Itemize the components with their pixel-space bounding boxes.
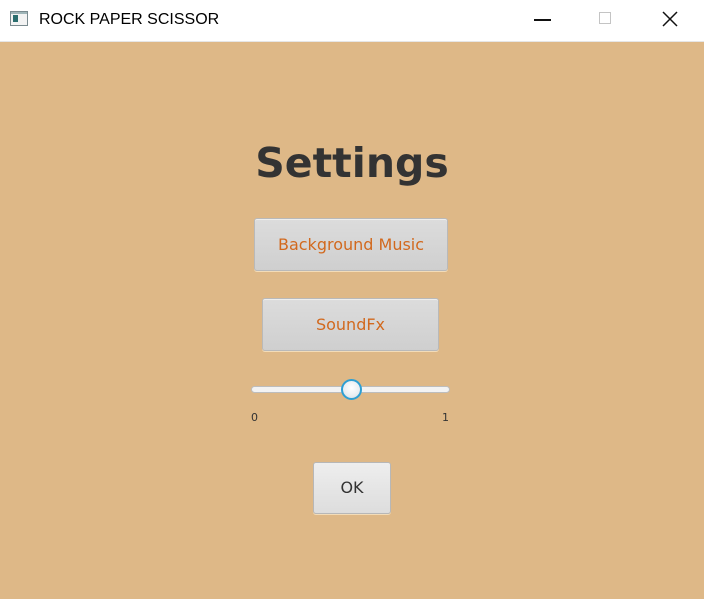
volume-slider[interactable]	[250, 379, 451, 401]
app-window-icon	[10, 11, 28, 26]
title-bar[interactable]: ROCK PAPER SCISSOR	[0, 0, 704, 42]
slider-min-label: 0	[251, 411, 258, 424]
maximize-button[interactable]	[575, 0, 637, 41]
slider-max-label: 1	[442, 411, 449, 424]
close-button[interactable]	[640, 0, 704, 41]
page-title: Settings	[255, 139, 449, 187]
minimize-icon	[534, 19, 551, 21]
background-music-button[interactable]: Background Music	[254, 218, 448, 271]
app-window: ROCK PAPER SCISSOR Settings Background M…	[0, 0, 704, 599]
maximize-icon	[599, 12, 611, 24]
soundfx-button[interactable]: SoundFx	[262, 298, 439, 351]
minimize-button[interactable]	[513, 0, 575, 41]
slider-thumb[interactable]	[340, 379, 362, 400]
close-icon	[662, 11, 678, 27]
window-title: ROCK PAPER SCISSOR	[39, 11, 220, 28]
settings-panel: Settings Background Music SoundFx 0 1 OK	[0, 42, 704, 599]
ok-button[interactable]: OK	[313, 462, 391, 514]
